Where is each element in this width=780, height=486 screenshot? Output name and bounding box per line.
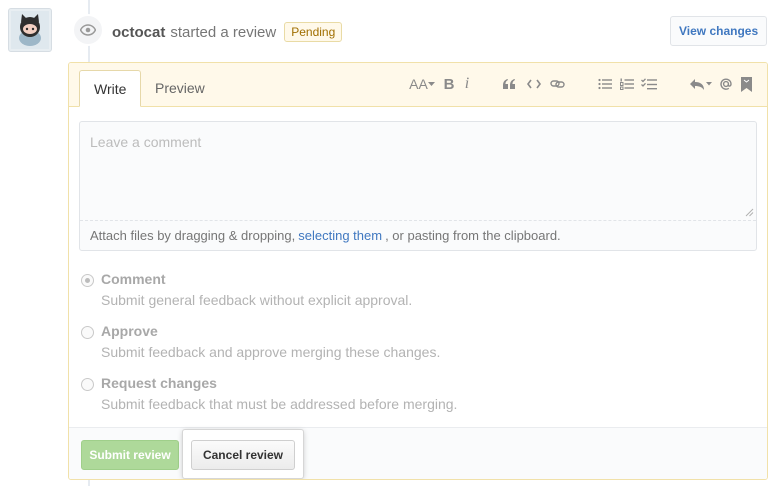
bookmark-icon[interactable] [739,75,753,93]
attach-suffix-text: , or pasting from the clipboard. [385,228,561,243]
cancel-review-button[interactable]: Cancel review [191,440,295,470]
option-comment-title: Comment [101,271,166,287]
approve-radio[interactable] [81,326,94,339]
option-request-changes-title: Request changes [101,375,217,391]
heading-icon[interactable]: AA [408,75,436,93]
cancel-review-highlight: Cancel review [183,430,303,478]
comment-radio[interactable] [81,274,94,287]
comment-textarea[interactable] [80,122,756,220]
quote-icon[interactable] [501,75,517,93]
resize-handle-icon[interactable] [745,208,754,217]
review-eye-badge [72,14,104,46]
review-footer: Submit review Cancel review [69,427,767,479]
code-icon[interactable] [526,75,542,93]
attach-files-bar: Attach files by dragging & dropping, sel… [80,220,756,250]
submit-review-button[interactable]: Submit review [81,440,179,470]
bold-icon[interactable]: B [442,75,456,93]
review-action-text: started a review [170,23,277,41]
option-approve-title: Approve [101,323,158,339]
review-header: octocat started a review Pending [112,22,343,42]
caret-down-icon [427,81,435,86]
request-changes-radio[interactable] [81,378,94,391]
select-files-link[interactable]: selecting them [298,228,382,243]
unordered-list-icon[interactable] [597,75,613,93]
option-comment-description: Submit general feedback without explicit… [101,292,413,308]
task-list-icon[interactable] [640,75,658,93]
octocat-avatar-icon [11,11,49,49]
italic-icon[interactable]: i [461,75,473,93]
review-author[interactable]: octocat [112,24,165,41]
mention-icon[interactable] [718,75,734,93]
view-changes-button[interactable]: View changes [670,16,768,46]
option-approve-description: Submit feedback and approve merging thes… [101,344,441,360]
comment-box: Attach files by dragging & dropping, sel… [79,121,757,251]
ordered-list-icon[interactable] [619,75,635,93]
heading-label: AA [409,76,428,92]
avatar[interactable] [8,8,52,52]
tab-write[interactable]: Write [79,70,142,107]
link-icon[interactable] [549,75,565,93]
eye-icon [80,24,96,36]
tab-preview[interactable]: Preview [141,70,219,106]
review-form: Write Preview AA B i Leave a comment Att… [68,62,768,480]
reply-icon[interactable] [688,75,714,93]
attach-prefix-text: Attach files by dragging & dropping, [90,228,296,243]
editor-tabbar: Write Preview AA B i [69,63,767,107]
status-badge: Pending [284,22,343,42]
option-request-changes-description: Submit feedback that must be addressed b… [101,396,458,412]
